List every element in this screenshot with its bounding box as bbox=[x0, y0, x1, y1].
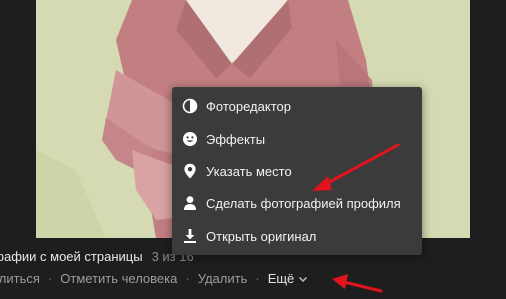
menu-item-label: Эффекты bbox=[206, 131, 266, 147]
menu-item-set-profile-photo[interactable]: Сделать фотографией профиля bbox=[172, 187, 422, 219]
chevron-down-icon bbox=[298, 272, 308, 283]
menu-item-label: Сделать фотографией профиля bbox=[206, 195, 401, 211]
photo-actions-bar: елиться · Отметить человека · Удалить · … bbox=[0, 268, 308, 288]
menu-item-open-original[interactable]: Открыть оригинал bbox=[172, 220, 422, 252]
separator-dot: · bbox=[185, 270, 190, 286]
more-button[interactable]: Ещё bbox=[268, 271, 309, 286]
photo-viewer: графии с моей страницы 3 из 16 елиться ·… bbox=[0, 0, 506, 299]
user-icon bbox=[182, 195, 198, 211]
more-button-label: Ещё bbox=[267, 270, 295, 286]
separator-dot: · bbox=[47, 270, 53, 286]
album-title[interactable]: графии с моей страницы bbox=[0, 249, 143, 264]
separator-dot: · bbox=[255, 270, 260, 286]
more-dropdown-menu: Фоторедактор Эффекты Указать место Сдела… bbox=[172, 87, 422, 255]
menu-item-label: Указать место bbox=[206, 163, 292, 179]
tag-person-button[interactable]: Отметить человека bbox=[60, 271, 177, 286]
menu-item-label: Открыть оригинал bbox=[206, 228, 317, 244]
menu-item-effects[interactable]: Эффекты bbox=[172, 123, 422, 155]
share-button[interactable]: елиться bbox=[0, 271, 40, 286]
location-pin-icon bbox=[182, 163, 198, 179]
menu-item-photo-editor[interactable]: Фоторедактор bbox=[172, 90, 422, 122]
download-icon bbox=[182, 228, 198, 244]
menu-item-label: Фоторедактор bbox=[206, 98, 291, 114]
contrast-icon bbox=[182, 98, 198, 114]
delete-button[interactable]: Удалить bbox=[198, 271, 248, 286]
smiley-icon bbox=[182, 131, 198, 147]
arrow-to-more-button bbox=[332, 274, 383, 293]
photo-caption: графии с моей страницы 3 из 16 bbox=[0, 246, 194, 266]
menu-item-set-location[interactable]: Указать место bbox=[172, 155, 422, 187]
